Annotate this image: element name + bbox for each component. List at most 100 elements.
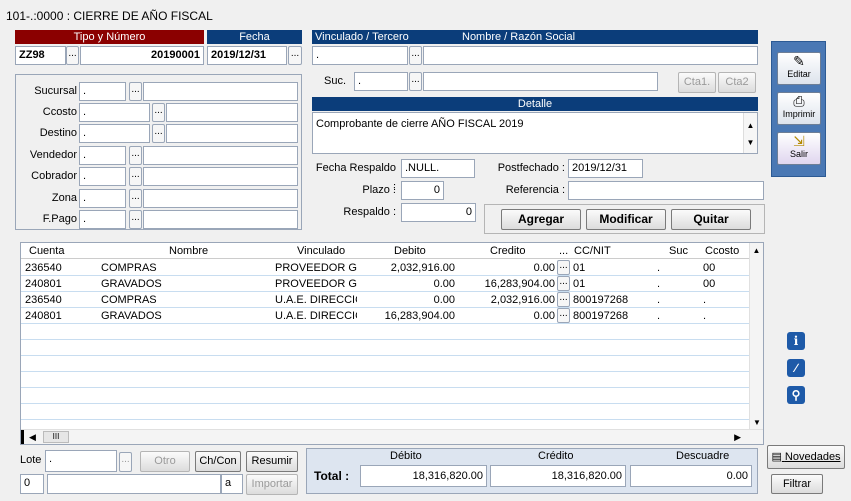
fpago-name-field[interactable] [143, 210, 298, 229]
vinculado-field[interactable]: . [312, 46, 408, 65]
cell-cuenta: 240801 [25, 310, 62, 322]
postfechado-field[interactable]: 2019/12/31 [568, 159, 643, 178]
lote-lookup-button[interactable]: ... [119, 452, 132, 472]
vendedor-field[interactable]: . [79, 146, 126, 165]
destino-lookup-button[interactable]: ... [152, 124, 165, 143]
quitar-button[interactable]: Quitar [671, 209, 751, 230]
col-suc[interactable]: Suc [669, 243, 688, 259]
col-credito[interactable]: Credito [490, 243, 525, 259]
lote-a-field[interactable]: a [221, 474, 243, 494]
respaldo-field[interactable]: 0 [401, 203, 476, 222]
row-lookup-button[interactable]: ... [557, 308, 570, 323]
cell-vinculado: U.A.E. DIRECCIO [275, 294, 357, 306]
fecha-picker-button[interactable]: ... [288, 46, 302, 65]
grid-vscrollbar[interactable]: ▲ ▼ [749, 243, 763, 429]
detalle-scrollbar[interactable]: ▲ ▼ [743, 113, 757, 153]
tipo-field[interactable]: ZZ98 [15, 46, 66, 65]
cobrador-name-field[interactable] [143, 167, 298, 186]
row-lookup-button[interactable]: ... [557, 260, 570, 275]
ccosto-field[interactable]: . [79, 103, 150, 122]
fecha-field[interactable]: 2019/12/31 [207, 46, 287, 65]
cell-credito: 0.00 [533, 262, 555, 274]
info-icon[interactable]: i [787, 332, 805, 350]
importar-button[interactable]: Importar [246, 474, 298, 495]
entries-grid[interactable]: Cuenta Nombre Vinculado Debito Credito .… [20, 242, 764, 445]
zona-name-field[interactable] [143, 189, 298, 208]
col-ccosto[interactable]: Ccosto [705, 243, 739, 259]
lote-desc-field[interactable] [47, 474, 221, 494]
fpago-lookup-button[interactable]: ... [129, 210, 142, 229]
search-icon[interactable]: ⚲ [787, 386, 805, 404]
cobrador-lookup-button[interactable]: ... [129, 167, 142, 186]
paperclip-icon[interactable]: ∕ [787, 359, 805, 377]
destino-label: Destino [39, 127, 77, 139]
vendedor-name-field[interactable] [143, 146, 298, 165]
cta2-button[interactable]: Cta2 [718, 72, 756, 93]
vendedor-lookup-button[interactable]: ... [129, 146, 142, 165]
scroll-right-icon[interactable]: ▶ [734, 430, 741, 444]
nombre-field[interactable] [423, 46, 758, 65]
hscroll-thumb[interactable]: III [43, 431, 69, 443]
cell-nombre: COMPRAS [101, 294, 157, 306]
sucursal-field[interactable]: . [79, 82, 126, 101]
col-debito[interactable]: Debito [394, 243, 426, 259]
col-nombre[interactable]: Nombre [169, 243, 208, 259]
ccosto-name-field[interactable] [166, 103, 298, 122]
ccosto-lookup-button[interactable]: ... [152, 103, 165, 122]
destino-field[interactable]: . [79, 124, 150, 143]
numero-field[interactable]: 20190001 [80, 46, 204, 65]
cell-credito: 16,283,904.00 [484, 278, 555, 290]
tipo-lookup-button[interactable]: ... [66, 46, 79, 65]
cta1-button[interactable]: Cta1. [678, 72, 716, 93]
referencia-field[interactable] [568, 181, 764, 200]
row-lookup-button[interactable]: ... [557, 276, 570, 291]
cell-suc: . [657, 278, 661, 290]
cell-suc: . [657, 294, 661, 306]
grid-hscrollbar[interactable]: ◀ III ▶ [21, 429, 763, 444]
scroll-down-icon[interactable]: ▼ [750, 418, 764, 427]
editar-button[interactable]: ✎ Editar [777, 52, 821, 85]
cell-suc: . [657, 310, 661, 322]
agregar-button[interactable]: Agregar [501, 209, 581, 230]
descuadre-total-field: 0.00 [630, 465, 752, 487]
grid-header: Cuenta Nombre Vinculado Debito Credito .… [21, 243, 763, 259]
window-title: 101-.:0000 : CIERRE DE AÑO FISCAL [6, 9, 213, 23]
otro-button[interactable]: Otro [140, 451, 190, 472]
resumir-button[interactable]: Resumir [246, 451, 298, 472]
novedades-button[interactable]: ▤ Novedades [767, 445, 845, 469]
lote-field[interactable]: . [45, 450, 117, 472]
zona-field[interactable]: . [79, 189, 126, 208]
fecha-respaldo-field[interactable]: .NULL. [401, 159, 475, 178]
chcon-button[interactable]: Ch/Con [195, 451, 241, 472]
imprimir-button[interactable]: ⎙ Imprimir [777, 92, 821, 125]
zona-label: Zona [51, 192, 77, 204]
imprimir-label: Imprimir [782, 109, 816, 119]
row-lookup-button[interactable]: ... [557, 292, 570, 307]
filtrar-button[interactable]: Filtrar [771, 474, 823, 494]
col-vinculado[interactable]: Vinculado [297, 243, 345, 259]
cell-ccosto: . [703, 310, 707, 322]
cell-debito: 2,032,916.00 [390, 262, 455, 274]
suc-lookup-button[interactable]: ... [409, 72, 422, 91]
modificar-button[interactable]: Modificar [586, 209, 666, 230]
suc-field[interactable]: . [354, 72, 408, 91]
sucursal-lookup-button[interactable]: ... [129, 82, 142, 101]
plazo-field[interactable]: 0 [401, 181, 444, 200]
tipo-numero-header: Tipo y Número [15, 30, 204, 44]
scroll-left-icon[interactable]: ◀ [29, 430, 36, 444]
col-dots[interactable]: ... [559, 243, 568, 259]
cobrador-field[interactable]: . [79, 167, 126, 186]
scroll-up-icon[interactable]: ▲ [750, 246, 763, 255]
salir-button[interactable]: ⇲ Salir [777, 132, 821, 165]
fpago-field[interactable]: . [79, 210, 126, 229]
col-ccnit[interactable]: CC/NIT [574, 243, 611, 259]
zona-lookup-button[interactable]: ... [129, 189, 142, 208]
destino-name-field[interactable] [166, 124, 298, 143]
sucursal-name-field[interactable] [143, 82, 298, 101]
col-cuenta[interactable]: Cuenta [29, 243, 64, 259]
detalle-textarea[interactable]: Comprobante de cierre AÑO FISCAL 2019 ▲ … [312, 112, 758, 154]
vinculado-lookup-button[interactable]: ... [409, 46, 422, 65]
lote-number-field[interactable]: 0 [20, 474, 44, 494]
row-indicator [21, 430, 24, 444]
suc-name-field[interactable] [423, 72, 658, 91]
